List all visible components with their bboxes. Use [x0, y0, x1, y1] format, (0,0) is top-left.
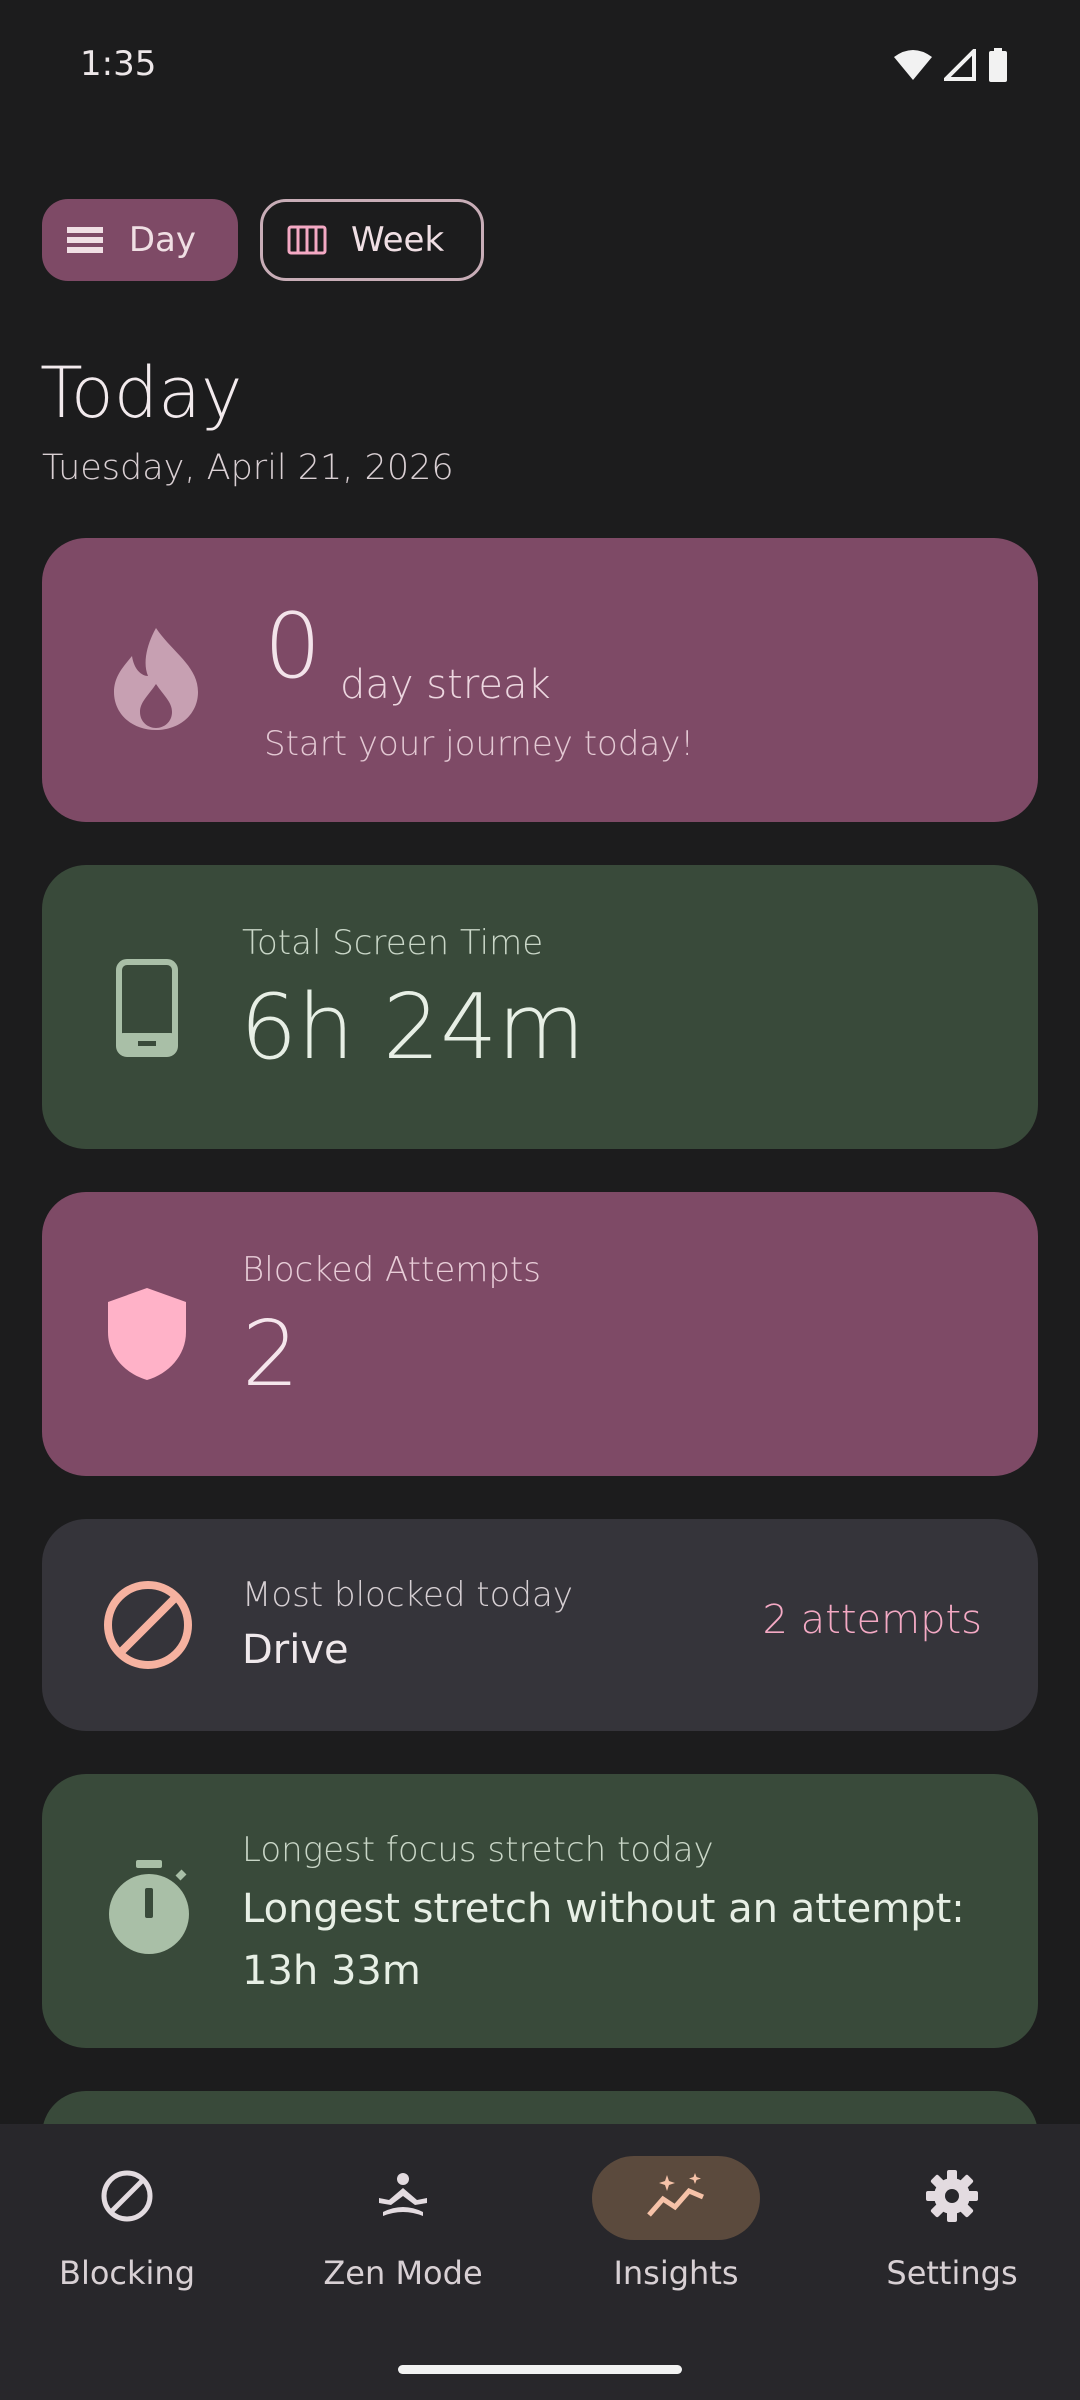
battery-icon — [988, 48, 1008, 82]
most-blocked-card[interactable]: Most blocked today Drive 2 attempts — [42, 1519, 1038, 1731]
streak-count: 0 — [264, 594, 322, 699]
blocked-attempts-card[interactable]: Blocked Attempts 2 — [42, 1192, 1038, 1476]
nav-label-settings: Settings — [886, 2254, 1018, 2292]
day-toggle-button[interactable]: Day — [42, 199, 238, 281]
week-toggle-label: Week — [351, 220, 445, 260]
page-title: Today — [40, 352, 243, 434]
phone-icon — [116, 959, 178, 1061]
blocked-attempts-value: 2 — [242, 1302, 300, 1407]
nav-item-zen-mode[interactable]: Zen Mode — [293, 2156, 513, 2292]
timer-icon — [106, 1860, 192, 1960]
range-toggle: Day Week — [42, 199, 484, 281]
nav-item-insights[interactable]: Insights — [566, 2156, 786, 2292]
status-bar: 1:35 — [0, 0, 1080, 130]
nav-active-indicator — [592, 2156, 760, 2240]
streak-card[interactable]: 0 day streak Start your journey today! — [42, 538, 1038, 822]
list-icon — [66, 220, 105, 260]
columns-icon — [287, 220, 327, 260]
most-blocked-attempts: 2 attempts — [762, 1597, 982, 1643]
flame-icon — [112, 626, 200, 734]
status-icons — [894, 48, 1008, 82]
screen-time-label: Total Screen Time — [242, 923, 544, 963]
week-toggle-button[interactable]: Week — [260, 199, 484, 281]
block-icon — [102, 1579, 194, 1675]
nav-label-blocking: Blocking — [58, 2254, 196, 2292]
focus-stretch-card[interactable]: Longest focus stretch today Longest stre… — [42, 1774, 1038, 2048]
blocked-attempts-label: Blocked Attempts — [242, 1250, 541, 1290]
day-toggle-label: Day — [128, 220, 196, 260]
insights-icon — [645, 2171, 707, 2225]
screen-time-card[interactable]: Total Screen Time 6h 24m — [42, 865, 1038, 1149]
streak-label: day streak — [340, 662, 551, 708]
focus-stretch-label: Longest focus stretch today — [242, 1830, 714, 1870]
nav-item-blocking[interactable]: Blocking — [17, 2156, 237, 2292]
focus-stretch-value: Longest stretch without an attempt: 13h … — [242, 1886, 965, 1994]
block-icon — [100, 2169, 154, 2227]
screen-time-value: 6h 24m — [240, 975, 586, 1080]
signal-icon — [944, 49, 976, 81]
home-indicator[interactable] — [398, 2365, 682, 2374]
gear-icon — [925, 2169, 979, 2227]
most-blocked-label: Most blocked today — [242, 1575, 573, 1615]
wifi-icon — [894, 49, 932, 81]
bottom-navigation: Blocking Zen Mode Insights Settings — [0, 2124, 1080, 2400]
most-blocked-app: Drive — [242, 1627, 349, 1673]
page-date: Tuesday, April 21, 2026 — [42, 448, 454, 488]
nav-item-settings[interactable]: Settings — [842, 2156, 1062, 2292]
status-time: 1:35 — [80, 44, 157, 84]
nav-label-insights: Insights — [613, 2254, 739, 2292]
nav-label-zen-mode: Zen Mode — [323, 2254, 483, 2292]
streak-subtitle: Start your journey today! — [264, 724, 694, 764]
shield-icon — [106, 1286, 188, 1386]
meditation-icon — [375, 2172, 431, 2224]
